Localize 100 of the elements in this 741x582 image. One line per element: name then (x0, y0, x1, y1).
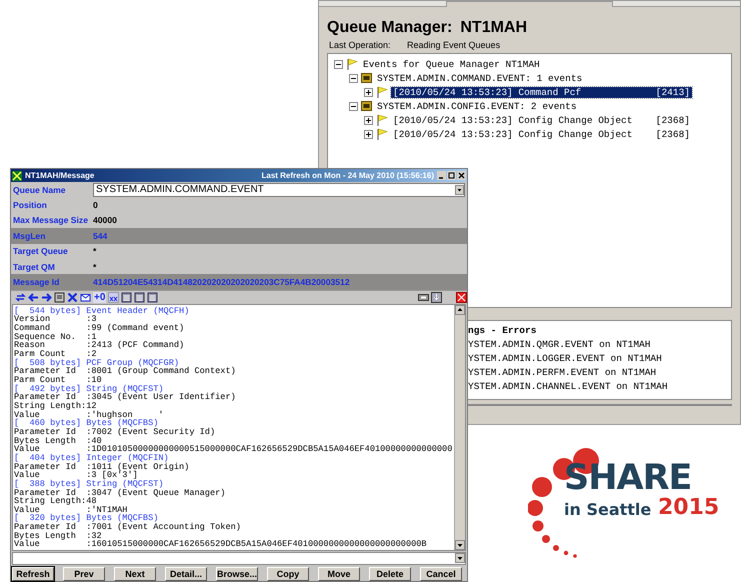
field-line: Parm Count :2 (14, 350, 97, 359)
field-line: Reason :2413 (PCF Command) (14, 341, 186, 350)
window-heading: Queue Manager: (327, 19, 452, 37)
logo-location: in Seattle (564, 500, 652, 519)
error-line: ngs - Errors (468, 324, 538, 338)
field-label: Max Message Size (13, 215, 89, 226)
double-x-icon[interactable] (108, 292, 120, 303)
section-header: [ 544 bytes] Event Header (MQCFH) (14, 306, 190, 316)
dialog-button[interactable]: Cancel (420, 567, 462, 581)
scroll-down-icon[interactable] (455, 540, 465, 550)
dialog-button[interactable]: Delete (369, 567, 411, 581)
field-line: Command :99 (Command event) (14, 324, 186, 333)
error-line: YSTEM.ADMIN.QMGR.EVENT on NT1MAH (468, 338, 652, 352)
expander-icon[interactable] (334, 60, 343, 68)
dialog-button[interactable]: Next (114, 567, 156, 581)
expander-icon[interactable] (364, 130, 373, 138)
field-line: Version :3 (14, 315, 97, 324)
flag-icon (376, 86, 388, 98)
dialog-button[interactable]: Prev (63, 567, 105, 581)
field-label: Queue Name (13, 184, 67, 195)
dialog-button[interactable]: Refresh (12, 567, 54, 581)
tree-item[interactable]: [2010/05/24 13:53:23] Config Change Object [2368] (391, 114, 692, 126)
field-line: Value :'NT1MAH (14, 506, 128, 514)
page-icon[interactable] (54, 292, 65, 303)
field-value: * (93, 262, 96, 272)
queue-icon (361, 100, 372, 112)
operation-label: Last Operation: (329, 40, 392, 50)
window-title: NT1MAH/Message (25, 171, 94, 180)
dialog-button[interactable]: Copy (267, 567, 309, 581)
tree-item[interactable]: Events for Queue Manager NT1MAH (361, 58, 542, 70)
right-arrow-icon[interactable] (41, 292, 52, 303)
minimize-icon[interactable] (437, 171, 446, 180)
tree-item[interactable]: [2010/05/24 13:53:23] Config Change Object [2368] (391, 128, 692, 140)
delete-icon[interactable] (67, 292, 78, 303)
field-line: Value :16010515000000CAF162656529DCB5A15A046EF4010000000000000000000000B (14, 540, 428, 550)
field-label: Target Queue (13, 246, 69, 256)
field-label: MsgLen (13, 230, 46, 241)
logo-word: SHARE (564, 458, 692, 498)
tree-item[interactable]: [2010/05/24 13:53:23] Command Pcf [2413] (391, 86, 692, 98)
operation-status: Reading Event Queues (407, 40, 500, 50)
panel-icon[interactable] (418, 292, 429, 303)
field-line: Parameter Id :3045 (Event User Identifier) (14, 393, 237, 402)
offset-label: +0 (93, 292, 106, 303)
close-icon[interactable] (457, 171, 466, 180)
field-line: Parameter Id :7002 (Event Security Id) (14, 428, 216, 437)
field-line: String Length:48 (14, 497, 97, 506)
scroll-up-icon[interactable] (455, 304, 465, 315)
field-line: Bytes Length :32 (14, 532, 102, 540)
section-header: [ 508 bytes] PCF Group (MQCFGR) (14, 358, 180, 368)
flag-icon (376, 114, 388, 126)
field-line: Parameter Id :3047 (Event Queue Manager) (14, 488, 226, 498)
field-line: String Length:12 (14, 402, 97, 411)
expander-icon[interactable] (364, 116, 373, 124)
field-value: 414D51204E54314D414820202020202020203C75FA4B20003512 (93, 277, 350, 288)
field-line: Value :1D01010500000000000515000000CAF162656529DCB5A15A046EF40100000000000000 (14, 445, 454, 454)
field-line: Parameter Id :1011 (Event Origin) (14, 462, 190, 472)
flag-icon (346, 58, 358, 70)
expander-icon[interactable] (364, 88, 373, 96)
queue-manager-name: NT1MAH (460, 19, 528, 37)
field-line: Sequence No. :1 (14, 332, 97, 342)
refresh-icon[interactable] (15, 292, 26, 303)
section-header: [ 388 bytes] String (MQCFST) (14, 480, 165, 489)
tree-item[interactable]: SYSTEM.ADMIN.CONFIG.EVENT: 2 events (375, 100, 579, 112)
field-label: Target QM (13, 262, 56, 272)
dialog-button[interactable]: Browse... (216, 567, 258, 581)
field-line: Bytes Length :40 (14, 436, 102, 446)
list-icon[interactable] (134, 292, 146, 303)
list-icon[interactable] (121, 292, 132, 303)
tree-item[interactable]: SYSTEM.ADMIN.COMMAND.EVENT: 1 events (375, 72, 584, 84)
list-icon[interactable] (147, 292, 158, 303)
field-value: * (93, 246, 96, 256)
section-header: [ 320 bytes] Bytes (MQCFBS) (14, 514, 158, 524)
field-label: Position (13, 200, 48, 210)
error-line: YSTEM.ADMIN.LOGGER.EVENT on NT1MAH (468, 352, 663, 366)
section-header: [ 492 bytes] String (MQCFST) (14, 384, 164, 394)
scrollbar[interactable] (454, 304, 465, 550)
queue-icon (361, 72, 372, 84)
left-arrow-icon[interactable] (28, 292, 39, 303)
field-line: Value :3 [0x'3'] (14, 471, 138, 480)
queue-name-dropdown[interactable]: SYSTEM.ADMIN.COMMAND.EVENT (93, 182, 465, 197)
expander-icon[interactable] (349, 74, 358, 82)
maximize-icon[interactable] (447, 171, 456, 180)
app-icon (12, 170, 22, 180)
field-line: Value :'hughson ' (14, 410, 165, 420)
close-icon[interactable] (456, 292, 467, 303)
last-refresh: Last Refresh on Mon - 24 May 2010 (15:56:16) (261, 171, 434, 180)
dialog-button[interactable]: Move (318, 567, 360, 581)
field-value: 544 (93, 230, 108, 241)
expander-icon[interactable] (349, 102, 358, 110)
download-icon[interactable] (431, 292, 442, 303)
flag-icon (376, 128, 388, 140)
field-label: Message Id (13, 277, 60, 288)
logo-year: 2015 (658, 495, 720, 520)
envelope-icon[interactable] (80, 292, 91, 303)
section-header: [ 460 bytes] Bytes (MQCFBS) (14, 419, 158, 428)
field-value: 0 (93, 200, 98, 210)
error-line: YSTEM.ADMIN.PERFM.EVENT on NT1MAH (468, 366, 658, 380)
command-field[interactable] (12, 552, 466, 565)
dialog-button[interactable]: Detail... (165, 567, 207, 581)
field-line: Parameter Id :7001 (Event Accounting Token) (14, 523, 242, 532)
